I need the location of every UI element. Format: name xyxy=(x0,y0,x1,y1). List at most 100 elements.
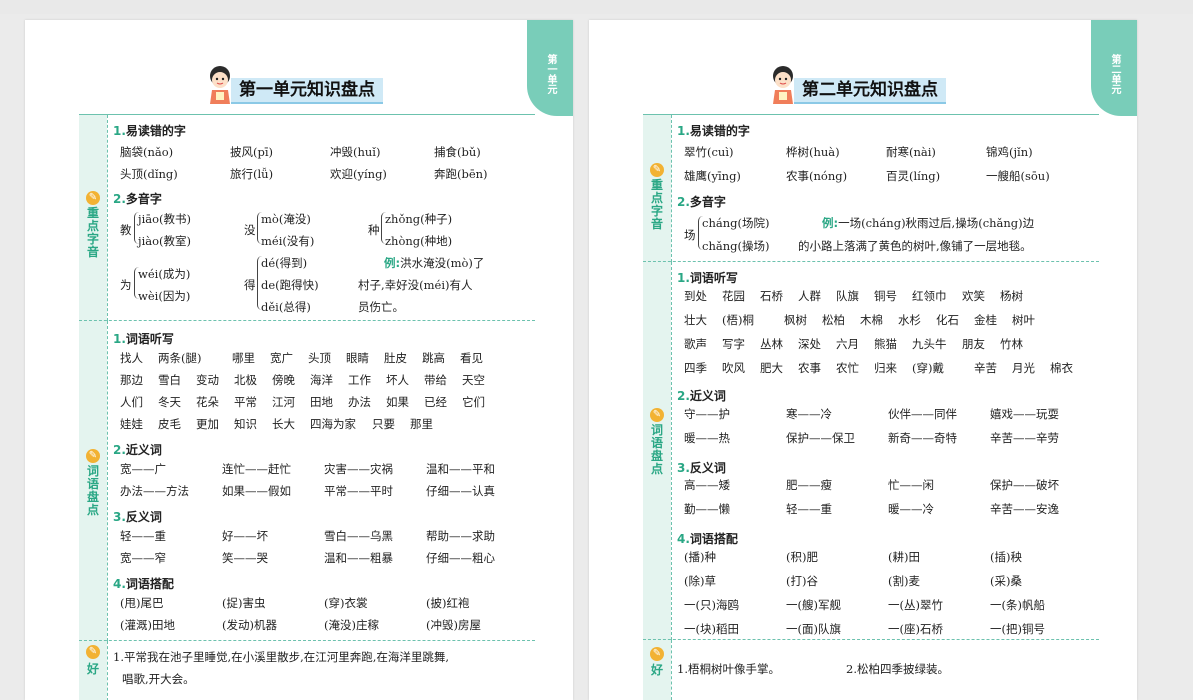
word-item: (甩)尾巴 xyxy=(120,596,164,610)
word-item: 温和——平和 xyxy=(426,462,495,476)
dictation-word: 知识 xyxy=(234,417,257,431)
word-item: 肥——瘦 xyxy=(786,478,832,492)
word-item: 如果——假如 xyxy=(222,484,291,498)
word-item: 脑袋(nǎo) xyxy=(120,145,174,159)
left-page: 第一单元 第一单元知识盘点 ✎ 重点字音 1.易读错的字 脑袋(nǎo) 披风(… xyxy=(25,20,573,700)
word-item: (发动)机器 xyxy=(222,618,277,632)
word-item: 伙伴——同伴 xyxy=(888,407,957,421)
section-label: 重点字音 xyxy=(650,178,663,231)
word-item: 勤——懒 xyxy=(684,502,730,516)
dictation-word: 江河 xyxy=(272,395,295,409)
dictation-word: 看见 xyxy=(460,351,483,365)
example-line: 例:洪水淹没(mò)了 xyxy=(384,256,485,270)
polyphone-reading: wèi(因为) xyxy=(138,289,191,303)
section-side-bar: ✎ 重点字音 xyxy=(643,115,671,262)
dictation-word: 宽广 xyxy=(270,351,293,365)
dictation-word: 欢笑 xyxy=(962,289,985,303)
dictation-word: 队旗 xyxy=(836,289,859,303)
word-item: 一(条)帆船 xyxy=(990,598,1045,612)
heading-misread: 1.易读错的字 xyxy=(677,124,750,138)
section-content: 1.词语听写 到处 花园 石桥 人群 队旗 铜号 红领巾 欢笑 杨树 壮大 (梧)桐 枫树 松柏 木棉 水杉… xyxy=(671,262,1099,640)
dictation-word: 人群 xyxy=(798,289,821,303)
word-item: 一艘船(sōu) xyxy=(986,169,1050,183)
viewer-top-band xyxy=(0,0,1193,14)
pencil-icon: ✎ xyxy=(650,163,664,177)
word-item: 一(把)铜号 xyxy=(990,622,1045,636)
unit-tab[interactable]: 第二单元 xyxy=(1091,20,1137,116)
dictation-word: 变动 xyxy=(196,373,219,387)
section-label: 好 xyxy=(650,663,663,677)
word-item: 锦鸡(jǐn) xyxy=(986,145,1033,159)
page-title-banner: 第一单元知识盘点 xyxy=(203,64,453,106)
word-item: (耕)田 xyxy=(888,550,920,564)
section-good-sentences: ✎ 好 1.平常我在池子里睡觉,在小溪里散步,在江河里奔跑,在海洋里跳舞, 唱歌… xyxy=(79,640,535,700)
polyphone-char: 场 xyxy=(684,228,696,242)
section-side-bar: ✎ 词语盘点 xyxy=(79,321,107,641)
dictation-word: 两条(腿) xyxy=(158,351,202,365)
word-item: (冲毁)房屋 xyxy=(426,618,481,632)
word-item: 百灵(líng) xyxy=(886,169,941,183)
heading-misread: 1.易读错的字 xyxy=(113,124,186,138)
word-item: 雄鹰(yīng) xyxy=(684,169,741,183)
dictation-word: 海洋 xyxy=(310,373,333,387)
section-vocabulary: ✎ 词语盘点 1.词语听写 找人 两条(腿) 哪里 宽广 头顶 眼睛 肚皮 跳高 看见 那边 雪白 变… xyxy=(79,320,535,641)
page-title: 第一单元知识盘点 xyxy=(231,78,383,104)
word-item: (割)麦 xyxy=(888,574,920,588)
polyphone-reading: dé(得到) xyxy=(261,256,308,270)
dictation-word: 到处 xyxy=(684,289,707,303)
dictation-word: 眼睛 xyxy=(346,351,369,365)
right-page: 第二单元 第二单元知识盘点 ✎ 重点字音 1.易读错的字 翠竹(cuì) 桦树(… xyxy=(589,20,1137,700)
dictation-word: 九头牛 xyxy=(912,337,947,351)
word-item: 一(只)海鸥 xyxy=(684,598,739,612)
dictation-word: 辛苦 xyxy=(974,361,997,375)
unit-tab-label: 第一单元 xyxy=(545,54,556,94)
word-item: 灾害——灾祸 xyxy=(324,462,393,476)
word-item: 暖——热 xyxy=(684,431,730,445)
word-item: 连忙——赶忙 xyxy=(222,462,291,476)
word-item: 雪白——乌黑 xyxy=(324,529,393,543)
dictation-word: 平常 xyxy=(234,395,257,409)
section-label: 好 xyxy=(86,662,99,676)
dictation-word: 花朵 xyxy=(196,395,219,409)
example-line: 村子,幸好没(méi)有人 xyxy=(358,278,473,292)
heading-antonyms: 3.反义词 xyxy=(113,510,162,524)
dictation-word: 皮毛 xyxy=(158,417,181,431)
heading-antonyms: 3.反义词 xyxy=(677,461,726,475)
sentence-line: 1.梧桐树叶像手掌。 xyxy=(677,662,780,676)
word-item: 捕食(bǔ) xyxy=(434,145,481,159)
word-item: 桦树(huà) xyxy=(786,145,840,159)
section-key-pronunciation: ✎ 重点字音 1.易读错的字 脑袋(nǎo) 披风(pī) 冲毁(huǐ) 捕食… xyxy=(79,114,535,321)
word-item: 一(座)石桥 xyxy=(888,622,943,636)
section-key-pronunciation: ✎ 重点字音 1.易读错的字 翠竹(cuì) 桦树(huà) 耐寒(nài) 锦… xyxy=(643,114,1099,262)
dictation-word: 带给 xyxy=(424,373,447,387)
word-item: 仔细——粗心 xyxy=(426,551,495,565)
word-item: 暖——冷 xyxy=(888,502,934,516)
word-item: 宽——广 xyxy=(120,462,166,476)
word-item: 轻——重 xyxy=(786,502,832,516)
page-title: 第二单元知识盘点 xyxy=(794,78,946,104)
dictation-word: (梧)桐 xyxy=(722,313,754,327)
word-item: 一(面)队旗 xyxy=(786,622,841,636)
dictation-word: 六月 xyxy=(836,337,859,351)
polyphone-char: 没 xyxy=(244,223,256,237)
word-item: 辛苦——安逸 xyxy=(990,502,1059,516)
word-item: 一(块)稻田 xyxy=(684,622,739,636)
word-item: 高——矮 xyxy=(684,478,730,492)
polyphone-reading: mò(淹没) xyxy=(261,212,311,226)
word-item: (播)种 xyxy=(684,550,716,564)
section-content: 1.词语听写 找人 两条(腿) 哪里 宽广 头顶 眼睛 肚皮 跳高 看见 那边 雪白 变动 北极 傍晚 海洋… xyxy=(107,321,535,641)
dictation-word: 化石 xyxy=(936,313,959,327)
dictation-word: 棉衣 xyxy=(1050,361,1073,375)
word-item: 帮助——求助 xyxy=(426,529,495,543)
section-label: 词语盘点 xyxy=(86,464,99,517)
pencil-icon: ✎ xyxy=(86,191,100,205)
dictation-word: 杨树 xyxy=(1000,289,1023,303)
heading-dictation: 1.词语听写 xyxy=(677,271,738,285)
heading-collocations: 4.词语搭配 xyxy=(677,532,738,546)
unit-tab[interactable]: 第一单元 xyxy=(527,20,573,116)
word-item: 农事(nóng) xyxy=(786,169,848,183)
dictation-word: 已经 xyxy=(424,395,447,409)
word-item: 耐寒(nài) xyxy=(886,145,936,159)
heading-synonyms: 2.近义词 xyxy=(677,389,726,403)
word-item: 笑——哭 xyxy=(222,551,268,565)
